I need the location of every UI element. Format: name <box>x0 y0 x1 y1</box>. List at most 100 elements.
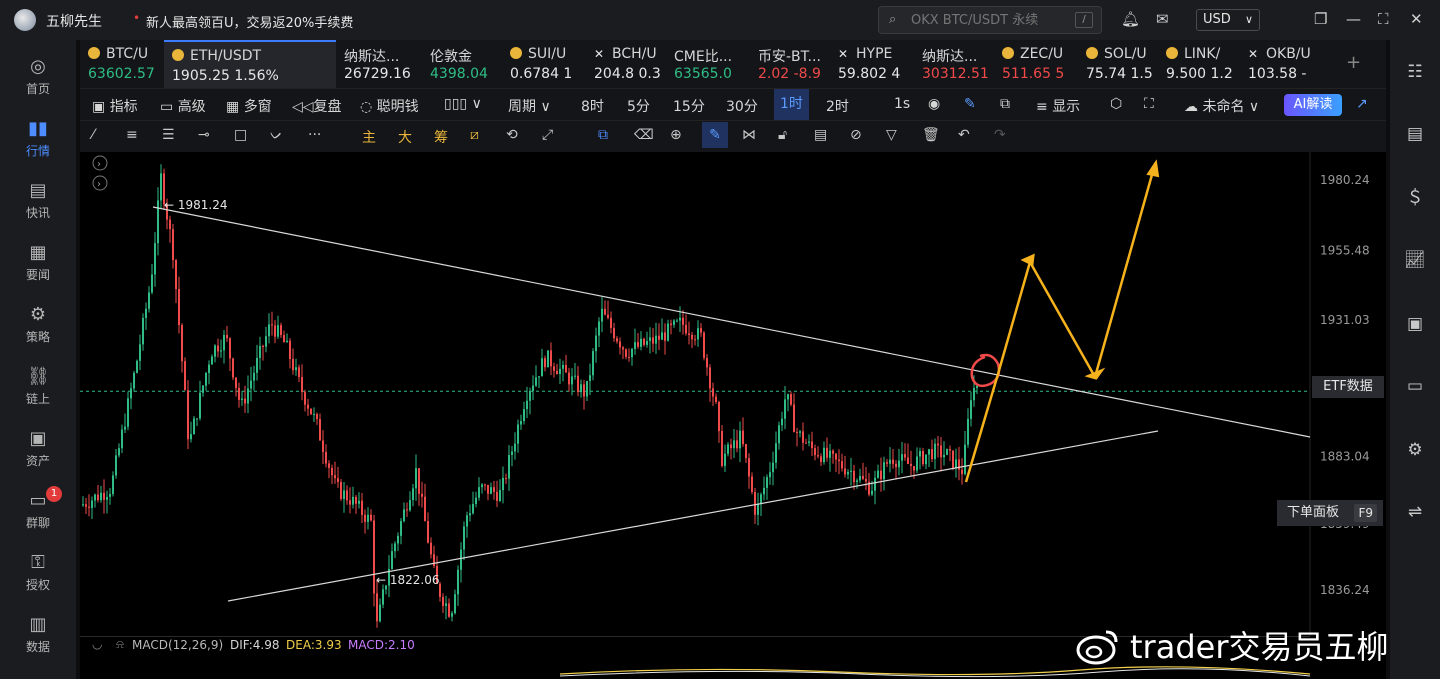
minimize-icon[interactable]: — <box>1346 10 1361 28</box>
lock-icon[interactable]: 🔓︎ <box>778 127 787 143</box>
smart-money-button[interactable]: ◌ 聪明钱 <box>360 96 419 116</box>
ticker-tab[interactable]: 伦敦金 4398.04 <box>422 40 502 88</box>
etf-data-tag[interactable]: ETF数据 <box>1312 376 1384 398</box>
hline-icon[interactable]: ⊸ <box>198 127 210 143</box>
ticker-tab[interactable]: ✕ OKB/U 103.58 - <box>1240 40 1324 88</box>
ticker-tab[interactable]: 币安-BT... 2.02 -8.9 <box>750 40 830 88</box>
chart-type-button[interactable]: ▯▯▯ ∨ <box>444 96 482 112</box>
interval-2h[interactable]: 2时 <box>826 96 849 116</box>
ticker-tab[interactable]: CME比... 63565.0 <box>666 40 750 88</box>
close-icon[interactable]: ✕ <box>1410 10 1423 28</box>
ruler-icon[interactable]: ⧄ <box>470 127 479 143</box>
ticker-tab[interactable]: ZEC/U 511.65 5 <box>994 40 1078 88</box>
search-input[interactable] <box>911 11 1071 29</box>
eye-icon[interactable]: ◡ <box>92 637 102 651</box>
sidebar-item-authorize[interactable]: ⚿ 授权 <box>0 546 76 608</box>
measure-icon[interactable]: ⟲ <box>506 127 518 143</box>
magnet-icon[interactable]: ⋈ <box>742 127 756 143</box>
indicator-button[interactable]: ▣ 指标 <box>92 96 138 116</box>
window-restore-icon[interactable]: ❐ <box>1314 10 1327 28</box>
ticker-tab[interactable]: ✕ BCH/U 204.8 0.3 <box>586 40 666 88</box>
ticker-tab[interactable]: ETH/USDT 1905.25 1.56% <box>164 40 336 88</box>
trendline-icon[interactable]: ⁄ <box>92 127 94 143</box>
sidebar-item-onchain[interactable]: ⛓ 链上 <box>0 360 76 422</box>
main-chart-tool[interactable]: 主 <box>362 127 376 147</box>
replay-button[interactable]: ◁◁复盘 <box>292 96 342 116</box>
multi-window-button[interactable]: ▦ 多窗 <box>226 96 272 116</box>
ticker-tab[interactable]: 纳斯达... 30312.51 <box>914 40 994 88</box>
candle-body <box>271 324 273 326</box>
advanced-button[interactable]: ▭ 高级 <box>160 96 206 116</box>
order-panel-button[interactable]: 下单面板 F9 <box>1277 500 1383 526</box>
undo-icon[interactable]: ↶ <box>958 127 970 143</box>
trash-icon[interactable]: 🗑︎ <box>922 127 940 143</box>
bot-icon[interactable]: ⚙ <box>1403 438 1427 462</box>
filter-icon[interactable]: ▽ <box>886 127 897 143</box>
ticker-tab[interactable]: SUI/U 0.6784 1 <box>502 40 586 88</box>
ticker-tab[interactable]: BTC/U 63602.57 <box>80 40 164 88</box>
trend-icon[interactable]: 📈︎ <box>1403 248 1427 272</box>
settings-icon[interactable]: ⬡ <box>1110 96 1122 112</box>
pen-icon[interactable]: ✎ <box>964 96 976 112</box>
fullscreen-icon[interactable]: ⛶ <box>1144 96 1154 112</box>
redo-icon[interactable]: ↷ <box>994 127 1006 143</box>
ticker-tab[interactable]: LINK/9.500 1.2 <box>1158 40 1240 88</box>
sidebar-item-data[interactable]: ▥ 数据 <box>0 608 76 670</box>
pattern-icon[interactable]: ᨆ <box>270 127 283 143</box>
rectangle-icon[interactable]: □ <box>234 127 247 143</box>
ai-interpret-button[interactable]: AI解读 <box>1284 94 1342 116</box>
ticker-tab[interactable]: 纳斯达... 26729.16 <box>336 40 422 88</box>
interval-8h[interactable]: 8时 <box>581 96 604 116</box>
export-icon[interactable]: ⧉ <box>1000 96 1010 112</box>
dollar-icon[interactable]: ＄ <box>1403 186 1427 210</box>
mail-icon[interactable]: ✉ <box>1156 10 1169 28</box>
interval-5m[interactable]: 5分 <box>627 96 650 116</box>
price-chart[interactable]: 1980.241955.481931.031883.041859.491836.… <box>80 152 1386 679</box>
etf-icon[interactable]: ▭ <box>1403 374 1427 398</box>
camera-icon[interactable]: ◉ <box>928 96 940 112</box>
template-icon[interactable]: ▤ <box>814 127 827 143</box>
ticker-tab[interactable]: ✕ HYPE 59.802 4 <box>830 40 914 88</box>
more-tools-icon[interactable]: ··· <box>308 127 321 143</box>
share-icon[interactable]: ↗ <box>1356 96 1368 112</box>
eraser-icon[interactable]: ⌫ <box>634 127 654 143</box>
big-order-tool[interactable]: 大 <box>398 127 412 147</box>
search-box[interactable]: ⌕ / <box>878 6 1102 34</box>
layout-select[interactable]: ☁ 未命名 ∨ <box>1184 96 1259 116</box>
note-icon[interactable]: ▤ <box>1403 122 1427 146</box>
alarm-icon[interactable]: ⍾ <box>116 637 124 652</box>
brush-icon[interactable]: ✎ <box>702 122 728 148</box>
zoom-in-icon[interactable]: ⊕ <box>670 127 682 143</box>
ticker-name: ETH/USDT <box>172 48 261 64</box>
bell-icon[interactable]: 🔔︎ <box>1121 10 1140 28</box>
chips-tool[interactable]: 筹 <box>434 127 448 147</box>
interval-15m[interactable]: 15分 <box>673 96 705 116</box>
expand-icon[interactable]: ⤢ <box>542 127 553 143</box>
interval-30m[interactable]: 30分 <box>726 96 758 116</box>
period-button[interactable]: 周期 ∨ <box>508 96 551 116</box>
monitor-icon[interactable]: ▣ <box>1403 312 1427 336</box>
menu-list-icon[interactable]: ☷ <box>1403 60 1427 84</box>
sidebar-item-home[interactable]: ◎ 首页 <box>0 50 76 112</box>
interval-1s[interactable]: 1s <box>894 96 910 112</box>
link-icon[interactable]: ⊘ <box>850 127 862 143</box>
sidebar-item-market[interactable]: ▮▮ 行情 <box>0 112 76 174</box>
sidebar-item-strategy[interactable]: ⚙ 策略 <box>0 298 76 360</box>
display-button[interactable]: ≡ 显示 <box>1036 96 1080 116</box>
interval-1h[interactable]: 1时 <box>774 89 809 120</box>
candle-body <box>565 364 567 373</box>
maximize-icon[interactable]: ⛶ <box>1378 10 1389 28</box>
sidebar-item-chat[interactable]: ▭ 1 群聊 <box>0 484 76 546</box>
sidebar-item-news[interactable]: ▦ 要闻 <box>0 236 76 298</box>
parallel-lines-icon[interactable]: ≡ <box>126 127 138 143</box>
exchange-icon[interactable]: ⇌ <box>1403 500 1427 524</box>
sidebar-item-assets[interactable]: ▣ 资产 <box>0 422 76 484</box>
copy-icon[interactable]: ⧉ <box>598 127 608 143</box>
ticker-tab[interactable]: SOL/U 75.74 1.5 <box>1078 40 1158 88</box>
add-tab-icon[interactable]: + <box>1346 52 1361 73</box>
promo-banner[interactable]: 新人最高领百U，交易返20%手续费 <box>146 12 353 31</box>
sidebar-item-flash[interactable]: ▤ 快讯 <box>0 174 76 236</box>
candlestick-chart[interactable]: 1980.241955.481931.031883.041859.491836.… <box>80 152 1386 679</box>
horizontal-lines-icon[interactable]: ☰ <box>162 127 175 143</box>
currency-select[interactable]: USD ∨ <box>1196 9 1260 31</box>
